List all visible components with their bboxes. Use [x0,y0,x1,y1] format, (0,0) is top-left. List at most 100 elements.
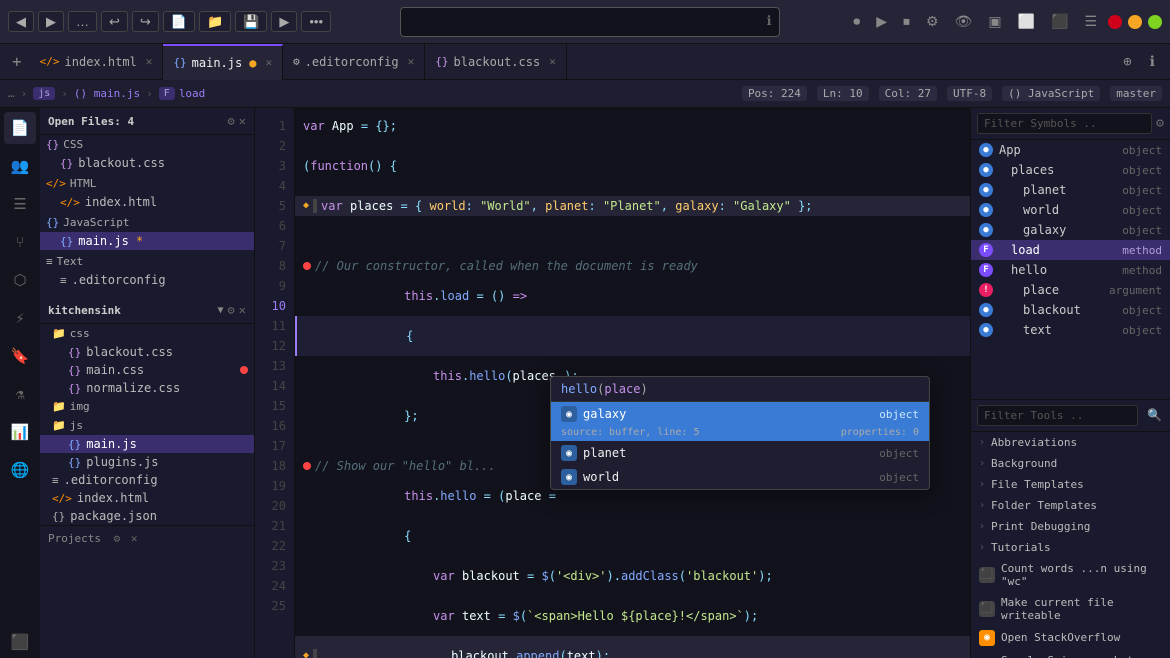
projects-gear[interactable]: ⚙ [228,303,235,317]
tree-blackout-css[interactable]: {} blackout.css [40,343,254,361]
tab-add-button[interactable]: + [4,52,30,71]
sym-world[interactable]: ● world object [971,200,1170,220]
tab-blackout-css[interactable]: {} blackout.css ✕ [425,44,567,80]
tree-main-css[interactable]: {} main.css [40,361,254,379]
nav-file-button[interactable]: 📄 [163,11,195,32]
settings-button[interactable]: ⚙ [921,10,944,33]
sidebar-icon-chart[interactable]: 📊 [4,416,36,448]
nav-undo-button[interactable]: ↩ [101,11,128,32]
tool-print-debugging[interactable]: › Print Debugging [971,516,1170,537]
nav-run-button[interactable]: ▶ [271,11,297,32]
sidebar-icon-globe[interactable]: 🌐 [4,454,36,486]
tab-info-button[interactable]: ℹ [1145,51,1160,73]
bc-js-tag[interactable]: js [33,87,55,100]
tool-make-writeable[interactable]: ⬛ Make current file writeable [971,592,1170,626]
goto-input[interactable]: Go to Anything [400,7,780,37]
nav-forward-button[interactable]: ▶ [38,11,64,32]
close-button[interactable] [1108,15,1122,29]
bc-syntax[interactable]: () JavaScript [1002,86,1100,101]
sidebar-icon-bottom1[interactable]: ⬛ [4,626,36,658]
tree-editorconfig[interactable]: ≡ .editorconfig [40,471,254,489]
bc-encoding[interactable]: UTF-8 [947,86,992,101]
bc-branch[interactable]: master [1110,86,1162,101]
projects-gear2[interactable]: ⚙ [114,532,121,545]
sidebar-icon-files[interactable]: 📄 [4,112,36,144]
tree-css-folder[interactable]: 📁 css [40,324,254,343]
file-item-main-js[interactable]: {} main.js * [40,232,254,250]
sym-galaxy[interactable]: ● galaxy object [971,220,1170,240]
symbols-filter-input[interactable] [977,113,1152,134]
open-files-x[interactable]: ✕ [239,114,246,128]
eye-button[interactable]: 👁 [950,10,978,33]
sidebar-icon-lightning[interactable]: ⚡ [4,302,36,334]
tab-close-blackout-css[interactable]: ✕ [549,55,556,68]
sym-app[interactable]: ● App object [971,140,1170,160]
play-button[interactable]: ▶ [871,10,892,33]
sym-planet[interactable]: ● planet object [971,180,1170,200]
ac-item-world[interactable]: ◉ world object [551,465,929,489]
symbols-gear[interactable]: ⚙ [1156,116,1164,131]
tab-close-main-js[interactable]: ✕ [265,56,272,69]
sym-load[interactable]: F load method [971,240,1170,260]
nav-back-button[interactable]: ◀ [8,11,34,32]
nav-dots-button[interactable]: ••• [301,11,331,32]
minimize-button[interactable] [1128,15,1142,29]
tree-normalize-css[interactable]: {} normalize.css [40,379,254,397]
sym-blackout[interactable]: ● blackout object [971,300,1170,320]
file-group-header-html[interactable]: </> HTML [40,174,254,193]
sym-places[interactable]: ● places object [971,160,1170,180]
tool-tutorials[interactable]: › Tutorials [971,537,1170,558]
sidebar-icon-list[interactable]: ☰ [4,188,36,220]
file-item-index-html[interactable]: </> index.html [40,193,254,211]
file-item-editorconfig[interactable]: ≡ .editorconfig [40,271,254,289]
tool-stackoverflow[interactable]: ◉ Open StackOverflow [971,626,1170,650]
tab-index-html[interactable]: </> index.html ✕ [30,44,164,80]
record-button[interactable]: ⏺ [848,10,865,33]
open-files-gear[interactable]: ⚙ [228,114,235,128]
tab-main-js[interactable]: {} main.js ● ✕ [163,44,283,80]
bc-main-js[interactable]: () main.js [74,87,140,100]
autocomplete-popup[interactable]: hello(place) ◉ galaxy object source: buf… [550,376,930,490]
file-group-header-css[interactable]: {} CSS [40,135,254,154]
file-group-header-text[interactable]: ≡ Text [40,252,254,271]
sym-place[interactable]: ! place argument [971,280,1170,300]
stop-button[interactable]: ⏹ [898,10,915,33]
layout3-button[interactable]: ⬛ [1046,10,1073,33]
menu-button[interactable]: ☰ [1079,10,1102,33]
tab-close-index-html[interactable]: ✕ [146,55,153,68]
sidebar-icon-bookmark[interactable]: 🔖 [4,340,36,372]
sym-text[interactable]: ● text object [971,320,1170,340]
tab-new-button[interactable]: ⊕ [1118,51,1136,73]
nav-menu-button[interactable]: … [68,11,97,32]
tree-index-html[interactable]: </> index.html [40,489,254,507]
file-item-blackout-css[interactable]: {} blackout.css [40,154,254,172]
ac-item-planet[interactable]: ◉ planet object [551,441,929,465]
tool-folder-templates[interactable]: › Folder Templates [971,495,1170,516]
tree-main-js[interactable]: {} main.js [40,435,254,453]
tool-background[interactable]: › Background [971,453,1170,474]
tree-js-folder[interactable]: 📁 js [40,416,254,435]
bc-load[interactable]: load [179,87,206,100]
sidebar-icon-debug[interactable]: ⬡ [4,264,36,296]
tools-search-icon[interactable]: 🔍 [1142,405,1167,425]
tree-img-folder[interactable]: 📁 img [40,397,254,416]
sidebar-icon-team[interactable]: 👥 [4,150,36,182]
tree-package-json[interactable]: {} package.json [40,507,254,525]
tools-filter-input[interactable] [977,405,1138,426]
sym-hello[interactable]: F hello method [971,260,1170,280]
maximize-button[interactable] [1148,15,1162,29]
layout1-button[interactable]: ▣ [983,10,1006,33]
tool-abbreviations[interactable]: › Abbreviations [971,432,1170,453]
file-group-header-js[interactable]: {} JavaScript [40,213,254,232]
nav-save-button[interactable]: 💾 [235,11,267,32]
projects-x2[interactable]: ✕ [131,532,138,545]
nav-redo-button[interactable]: ↪ [132,11,159,32]
tool-count-words[interactable]: ⬛ Count words ...n using "wc" [971,558,1170,592]
layout2-button[interactable]: ⬜ [1013,10,1040,33]
sidebar-icon-flask[interactable]: ⚗ [4,378,36,410]
tree-plugins-js[interactable]: {} plugins.js [40,453,254,471]
tool-file-templates[interactable]: › File Templates [971,474,1170,495]
projects-footer[interactable]: Projects ⚙ ✕ [40,525,254,551]
tab-editorconfig[interactable]: ⚙ .editorconfig ✕ [283,44,425,80]
ac-item-galaxy[interactable]: ◉ galaxy object [551,402,929,426]
